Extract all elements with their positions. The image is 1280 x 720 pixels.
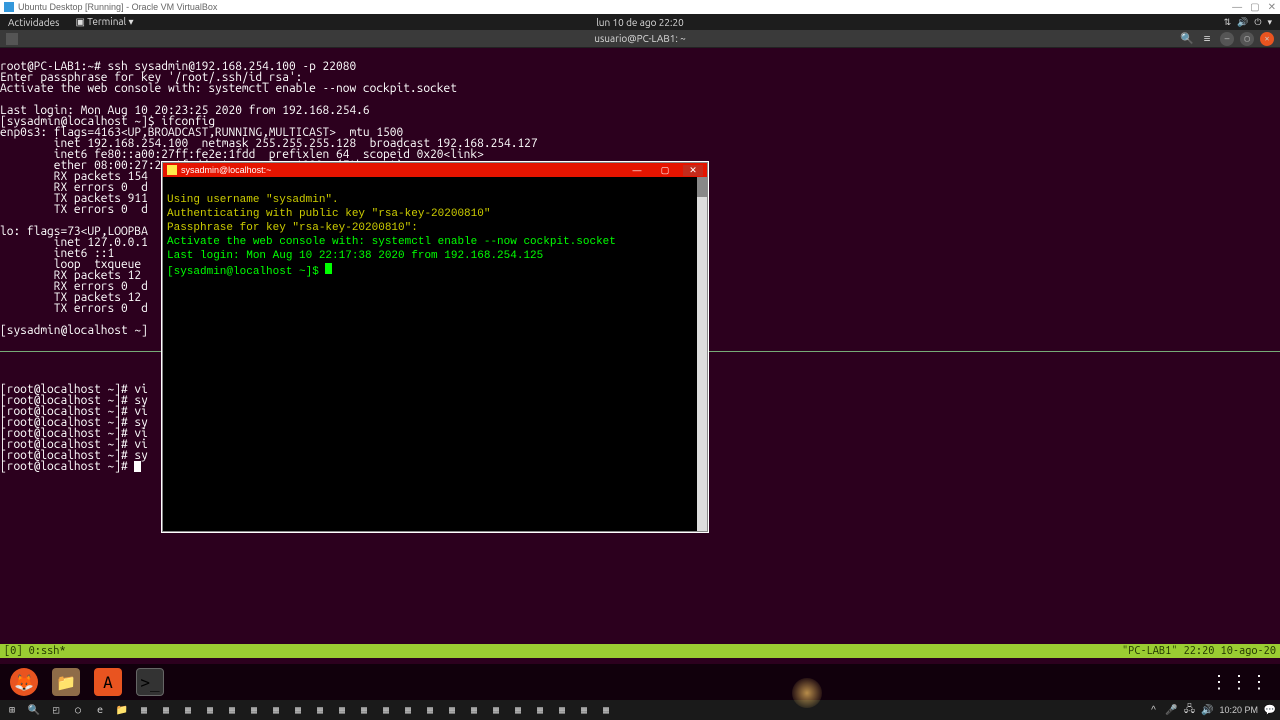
putty-title-text: sysadmin@localhost:~ (181, 165, 271, 175)
app-icon-4[interactable]: ▦ (202, 702, 218, 718)
status-arrow-icon[interactable]: ▾ (1267, 17, 1272, 28)
tray-network-icon[interactable]: 🖧 (1183, 702, 1195, 718)
window-minimize-button[interactable]: — (1220, 32, 1234, 46)
app-icon-11[interactable]: ▦ (400, 702, 416, 718)
terminal-title: usuario@PC-LAB1: ~ (594, 33, 685, 44)
app-icon-18[interactable]: ▦ (554, 702, 570, 718)
tmux-clock: "PC-LAB1" 22:20 10-ago-20 (1122, 645, 1276, 657)
terminal-titlebar: usuario@PC-LAB1: ~ 🔍 ≡ — ▢ ✕ (0, 30, 1280, 48)
cortana-icon[interactable]: ○ (70, 702, 86, 718)
vbox-maximize-button[interactable]: ▢ (1250, 2, 1259, 13)
putty-maximize-button[interactable]: ▢ (655, 165, 675, 176)
tray-chevron-icon[interactable]: ^ (1147, 702, 1159, 718)
vbox-minimize-button[interactable]: — (1232, 2, 1242, 13)
network-icon[interactable]: ⇅ (1224, 17, 1232, 28)
hamburger-menu-icon[interactable]: ≡ (1200, 32, 1214, 46)
app-icon-10[interactable]: ▦ (378, 702, 394, 718)
app-icon-14[interactable]: ▦ (466, 702, 482, 718)
app-icon-15[interactable]: ▦ (488, 702, 504, 718)
edge-icon[interactable]: e (92, 702, 108, 718)
putty-icon (167, 165, 177, 175)
tmux-session-info: [0] 0:ssh* (4, 645, 66, 657)
gnome-topbar: Actividades ▣ Terminal ▾ lun 10 de ago 2… (0, 14, 1280, 30)
power-icon[interactable]: ⏻ (1254, 17, 1261, 28)
gnome-dock: 🦊 📁 A >_ ⋮⋮⋮ (0, 664, 1280, 700)
putty-scrollbar[interactable] (697, 177, 707, 531)
volume-icon[interactable]: 🔊 (1237, 17, 1248, 28)
app-icon-5[interactable]: ▦ (224, 702, 240, 718)
files-icon[interactable]: 📁 (52, 668, 80, 696)
start-button[interactable]: ⊞ (4, 702, 20, 718)
putty-titlebar[interactable]: sysadmin@localhost:~ — ▢ ✕ (163, 163, 707, 177)
virtualbox-title: Ubuntu Desktop [Running] - Oracle VM Vir… (18, 2, 217, 12)
app-grid-icon[interactable]: ⋮⋮⋮ (1210, 672, 1270, 693)
tray-mic-icon[interactable]: 🎤 (1165, 702, 1177, 718)
notifications-icon[interactable]: 💬 (1264, 702, 1276, 718)
tray-volume-icon[interactable]: 🔊 (1201, 702, 1213, 718)
task-view-icon[interactable]: ◰ (48, 702, 64, 718)
app-icon-12[interactable]: ▦ (422, 702, 438, 718)
app-icon-8[interactable]: ▦ (334, 702, 350, 718)
putty-terminal[interactable]: Using username "sysadmin".Authenticating… (163, 177, 707, 531)
app-icon-20[interactable]: ▦ (598, 702, 614, 718)
app-icon-7[interactable]: ▦ (312, 702, 328, 718)
tmux-status-bar: [0] 0:ssh* "PC-LAB1" 22:20 10-ago-20 (0, 644, 1280, 658)
explorer-icon[interactable]: 📁 (114, 702, 130, 718)
app-icon-9[interactable]: ▦ (356, 702, 372, 718)
app-icon-17[interactable]: ▦ (532, 702, 548, 718)
vbox-close-button[interactable]: ✕ (1268, 2, 1276, 13)
app-icon[interactable]: ▦ (136, 702, 152, 718)
search-taskbar-icon[interactable]: 🔍 (26, 702, 42, 718)
virtualbox-icon (4, 2, 14, 12)
clock[interactable]: lun 10 de ago 22:20 (596, 17, 684, 28)
putty-window: sysadmin@localhost:~ — ▢ ✕ Using usernam… (162, 162, 708, 532)
app-icon-16[interactable]: ▦ (510, 702, 526, 718)
window-maximize-button[interactable]: ▢ (1240, 32, 1254, 46)
taskbar-clock[interactable]: 10:20 PM (1219, 705, 1258, 715)
app-menu[interactable]: ▣ Terminal ▾ (76, 16, 134, 28)
firefox-icon[interactable]: 🦊 (10, 668, 38, 696)
activities-button[interactable]: Actividades (8, 17, 60, 28)
windows-taskbar: ⊞ 🔍 ◰ ○ e 📁 ▦ ▦ ▦ ▦ ▦ ▦ ▦ ▦ ▦ ▦ ▦ ▦ ▦ ▦ … (0, 700, 1280, 720)
virtualbox-titlebar: Ubuntu Desktop [Running] - Oracle VM Vir… (0, 0, 1280, 14)
app-icon-13[interactable]: ▦ (444, 702, 460, 718)
putty-minimize-button[interactable]: — (627, 165, 647, 176)
app-icon-6[interactable]: ▦ (290, 702, 306, 718)
search-icon[interactable]: 🔍 (1180, 32, 1194, 46)
new-tab-button[interactable] (6, 33, 18, 45)
virtualbox-taskbar-icon[interactable]: ▦ (246, 702, 262, 718)
software-icon[interactable]: A (94, 668, 122, 696)
app-icon-19[interactable]: ▦ (576, 702, 592, 718)
putty-taskbar-icon[interactable]: ▦ (268, 702, 284, 718)
window-close-button[interactable]: ✕ (1260, 32, 1274, 46)
terminal-icon[interactable]: >_ (136, 668, 164, 696)
app-icon-3[interactable]: ▦ (180, 702, 196, 718)
putty-close-button[interactable]: ✕ (683, 165, 703, 176)
app-icon-2[interactable]: ▦ (158, 702, 174, 718)
